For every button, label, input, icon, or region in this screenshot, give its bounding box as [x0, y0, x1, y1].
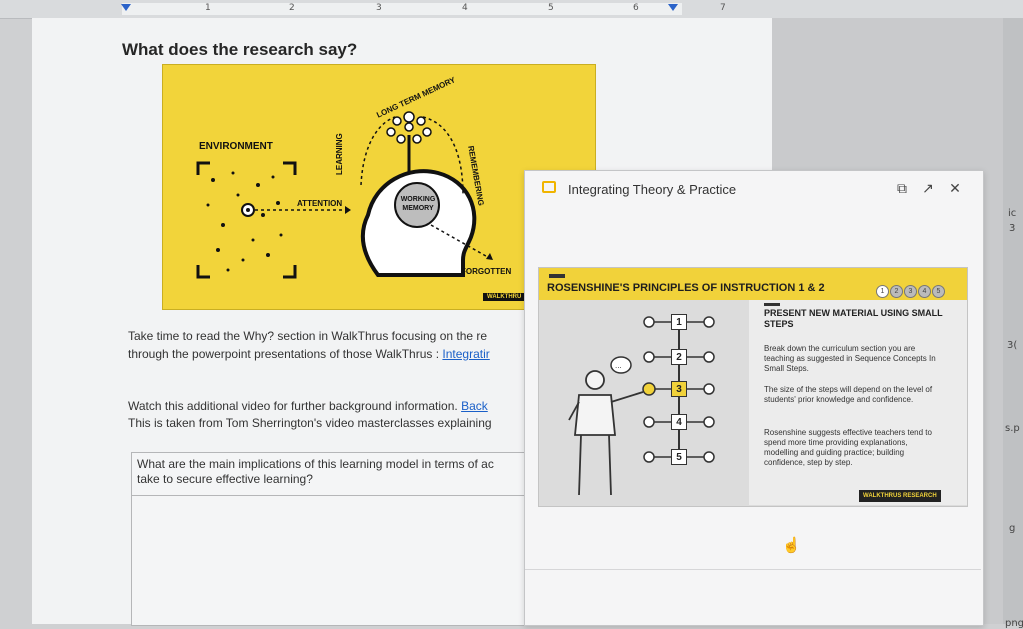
popup-divider [525, 569, 981, 570]
slide-accent-bar [764, 303, 780, 306]
ruler-number: 6 [633, 3, 639, 13]
question-prompt: What are the main implications of this l… [137, 457, 494, 487]
horizontal-ruler[interactable]: 1 2 3 4 5 6 7 [0, 0, 1023, 19]
slides-icon [542, 181, 556, 193]
paragraph-line: Take time to read the Why? section in Wa… [128, 329, 488, 343]
integrating-link[interactable]: Integratir [442, 347, 489, 361]
question-line: take to secure effective learning? [137, 472, 313, 486]
ruler-number: 1 [205, 3, 211, 13]
close-icon[interactable]: ✕ [946, 179, 964, 197]
answer-cell[interactable] [132, 496, 552, 624]
adjacent-window-edge: ic 3 3( s.p g png [1003, 18, 1023, 629]
ruler-number: 5 [548, 3, 554, 13]
edge-text: 3 [1009, 223, 1016, 234]
principle-dots: 12345 [876, 280, 946, 298]
slide-text-panel: PRESENT NEW MATERIAL USING SMALL STEPS B… [749, 300, 967, 505]
step-box-active: 3 [671, 381, 687, 397]
slide-preview[interactable]: ROSENSHINE'S PRINCIPLES OF INSTRUCTION 1… [538, 267, 968, 507]
paragraph-text: Watch this additional video for further … [128, 399, 462, 413]
question-line: What are the main implications of this l… [137, 457, 494, 471]
speech-bubble: ... [615, 361, 622, 370]
paragraph-line: This is taken from Tom Sherrington's vid… [128, 416, 492, 430]
ruler-number: 4 [462, 3, 468, 13]
question-table[interactable]: What are the main implications of this l… [131, 452, 553, 626]
slide-paragraph: Break down the curriculum section you ar… [764, 344, 936, 373]
step-box: 4 [671, 414, 687, 430]
ruler-number: 7 [720, 3, 726, 13]
step-box: 2 [671, 349, 687, 365]
working-memory-label: WORKING MEMORY [400, 196, 436, 212]
slide-accent-bar [549, 274, 565, 278]
environment-label: ENVIRONMENT [199, 141, 273, 152]
slide-title-band: ROSENSHINE'S PRINCIPLES OF INSTRUCTION 1… [539, 268, 967, 300]
preview-popup[interactable]: Integrating Theory & Practice ⧉ ↗ ✕ ROSE… [524, 170, 984, 626]
ruler-number: 3 [376, 3, 382, 13]
forgotten-label: FORGOTTEN [461, 267, 512, 276]
principle-dot: 5 [932, 285, 945, 298]
edge-text: s.p [1005, 423, 1020, 434]
left-indent-marker[interactable] [121, 4, 131, 11]
steps-illustration [568, 316, 715, 496]
ruler-number: 2 [289, 3, 295, 13]
edge-text: 3( [1007, 340, 1018, 351]
paragraph-line: Watch this additional video for further … [128, 399, 488, 413]
principle-dot: 1 [876, 285, 889, 298]
step-box: 1 [671, 314, 687, 330]
step-box: 5 [671, 449, 687, 465]
attention-label: ATTENTION [297, 199, 343, 208]
edge-text: ic [1008, 208, 1017, 219]
slide-subtitle: PRESENT NEW MATERIAL USING SMALL STEPS [764, 308, 943, 329]
right-indent-marker[interactable] [668, 4, 678, 11]
open-in-new-icon[interactable]: ↗ [919, 179, 937, 197]
paragraph-line: through the powerpoint presentations of … [128, 347, 490, 361]
copy-icon[interactable]: ⧉ [893, 179, 911, 197]
hand-cursor-icon: ☝ [782, 537, 801, 554]
popup-title: Integrating Theory & Practice [568, 182, 737, 197]
slide-paragraph: The size of the steps will depend on the… [764, 385, 933, 404]
edge-text: g [1009, 523, 1016, 534]
walkthrus-research-logo: WALKTHRUS RESEARCH [859, 490, 941, 502]
section-heading: What does the research say? [122, 40, 358, 59]
principle-dot: 3 [904, 285, 917, 298]
slide-paragraph: Rosenshine suggests effective teachers t… [764, 428, 932, 467]
learning-label: LEARNING [335, 133, 344, 175]
slide-title: ROSENSHINE'S PRINCIPLES OF INSTRUCTION 1… [547, 282, 825, 294]
paragraph-text: through the powerpoint presentations of … [128, 347, 443, 361]
walkthru-logo: WALKTHRU [483, 293, 526, 301]
principle-dot: 2 [890, 285, 903, 298]
principle-dot: 4 [918, 285, 931, 298]
background-video-link[interactable]: Back [461, 399, 488, 413]
